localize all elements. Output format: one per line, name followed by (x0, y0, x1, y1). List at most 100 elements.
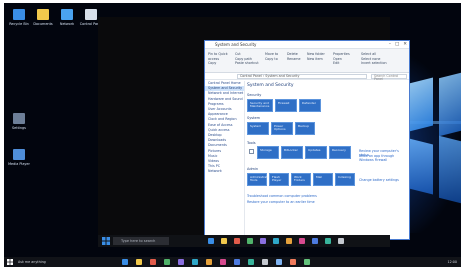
taskbar-app-icon[interactable] (206, 259, 212, 265)
taskbar-app-icon[interactable] (325, 238, 331, 244)
setting-tile[interactable]: Defender (299, 99, 321, 112)
ribbon-group: Cut Copy path Paste shortcut (235, 52, 259, 66)
ribbon: Pin to Quick access Copy Cut Copy path P… (205, 49, 409, 73)
section-label: System (247, 116, 261, 120)
search-input[interactable]: Search Control Panel (371, 74, 407, 81)
setting-tile[interactable]: Work Folders (291, 173, 311, 186)
media-player-icon (13, 149, 25, 160)
desktop-icon-recycle-bin[interactable]: Recycle Bin (6, 9, 32, 26)
control-panel-window[interactable]: System and Security – □ ✕ Pin to Quick a… (204, 40, 410, 240)
setting-tile[interactable]: BitLocker (281, 146, 303, 159)
desktop-icon-network[interactable]: Network (54, 9, 80, 26)
desktop-icon-settings[interactable]: Settings (6, 113, 32, 130)
ribbon-item[interactable]: New folder (307, 52, 325, 57)
taskbar-app-icon[interactable] (178, 259, 184, 265)
close-button[interactable]: ✕ (403, 42, 407, 47)
nav-item[interactable]: Network (205, 169, 244, 174)
taskbar-app-icon[interactable] (299, 238, 305, 244)
setting-tile[interactable]: Storage (257, 146, 279, 159)
checkbox[interactable] (249, 149, 254, 154)
setting-tile[interactable]: Recovery (329, 146, 351, 159)
taskbar: Ask me anything 12:00 (4, 257, 461, 267)
taskbar-app-icon[interactable] (260, 238, 266, 244)
desktop-icon-media-player[interactable]: Media Player (6, 149, 32, 166)
taskbar-app-icon[interactable] (221, 238, 227, 244)
setting-tile[interactable]: Flash Player (269, 173, 289, 186)
taskbar-app-icon[interactable] (276, 259, 282, 265)
monitor: Recycle Bin Documents Network Control Pa… (0, 0, 466, 267)
windows-logo-pane (439, 135, 461, 205)
setting-tile[interactable]: Mail (313, 173, 333, 186)
taskbar-search-input[interactable]: Ask me anything (18, 260, 46, 264)
ribbon-group: Properties Open Edit (333, 52, 350, 66)
setting-tile[interactable]: Administrative Tools (247, 173, 272, 186)
ribbon-item[interactable]: Paste shortcut (235, 61, 259, 66)
folder-icon (37, 9, 49, 20)
ribbon-item[interactable]: Properties (333, 52, 350, 57)
minimize-button[interactable]: – (389, 42, 391, 47)
section-label: Tools (247, 141, 256, 145)
desktop-icon-documents[interactable]: Documents (30, 9, 56, 26)
taskbar-app-icon[interactable] (208, 238, 214, 244)
ribbon-group: New folder New item (307, 52, 325, 61)
address-bar-row: Control Panel › System and Security Sear… (205, 73, 409, 81)
taskbar-app-icon[interactable] (248, 259, 254, 265)
recycle-bin-icon (13, 9, 25, 20)
taskbar-app-icon[interactable] (150, 259, 156, 265)
windows-logo-pane (439, 71, 461, 137)
setting-tile[interactable]: System (247, 122, 269, 135)
gear-icon (13, 113, 25, 124)
taskbar-app-icon[interactable] (164, 259, 170, 265)
bottom-link[interactable]: Restore your computer to an earlier time (247, 200, 315, 204)
section-label: Security (247, 93, 262, 97)
setting-tile[interactable]: Power Options (271, 122, 293, 135)
clock: 12:00 (447, 260, 457, 264)
taskbar-app-icon[interactable] (290, 259, 296, 265)
taskbar-app-icon[interactable] (338, 238, 344, 244)
taskbar-app-icon[interactable] (122, 259, 128, 265)
ribbon-item[interactable]: Invert selection (361, 61, 387, 66)
taskbar-app-icon[interactable] (234, 259, 240, 265)
network-icon (61, 9, 73, 20)
taskbar-app-icon[interactable] (273, 238, 279, 244)
taskbar-app-icon[interactable] (136, 259, 142, 265)
navigation-pane: Control Panel Home System and Security N… (205, 81, 245, 239)
side-link[interactable]: Allow an app through Windows Firewall (359, 154, 407, 162)
ribbon-item[interactable]: Rename (287, 57, 301, 62)
setting-tile[interactable]: Firewall (275, 99, 297, 112)
taskbar-app-icon[interactable] (312, 238, 318, 244)
taskbar-app-icon[interactable] (220, 259, 226, 265)
setting-tile[interactable]: Updates (305, 146, 327, 159)
window-title: System and Security (215, 42, 257, 47)
address-bar[interactable]: Control Panel › System and Security (237, 74, 367, 79)
taskbar-app-icon[interactable] (262, 259, 268, 265)
setting-tile[interactable]: Backup (295, 122, 315, 135)
remote-taskbar: Type here to search (98, 235, 390, 247)
nav-item[interactable]: Network and Internet (205, 91, 244, 96)
ribbon-group: Move to Copy to (265, 52, 278, 61)
remote-session-frame: System and Security – □ ✕ Pin to Quick a… (98, 17, 410, 247)
taskbar-search-input[interactable]: Type here to search (113, 237, 169, 245)
side-link[interactable]: Change battery settings (359, 178, 399, 182)
taskbar-app-icon[interactable] (192, 259, 198, 265)
taskbar-app-icon[interactable] (286, 238, 292, 244)
ribbon-item[interactable]: Move to (265, 52, 278, 57)
windows-start-icon[interactable] (102, 237, 110, 245)
bottom-link[interactable]: Troubleshoot common computer problems (247, 194, 317, 198)
maximize-button[interactable]: □ (395, 42, 399, 47)
ribbon-item[interactable]: New item (307, 57, 325, 62)
title-bar[interactable]: System and Security – □ ✕ (205, 41, 409, 49)
taskbar-app-icon[interactable] (234, 238, 240, 244)
ribbon-item[interactable]: Pin to Quick (208, 52, 228, 57)
taskbar-app-icon[interactable] (304, 259, 310, 265)
page-title: System and Security (247, 83, 294, 88)
taskbar-app-icon[interactable] (247, 238, 253, 244)
setting-tile[interactable]: Indexing (335, 173, 355, 186)
ribbon-group: Select all Select none Invert selection (361, 52, 387, 66)
content-pane: System and Security Security Security an… (247, 83, 407, 239)
ribbon-item[interactable]: Edit (333, 61, 350, 66)
setting-tile[interactable]: Security and Maintenance (247, 99, 273, 112)
ribbon-item[interactable]: Copy to (265, 57, 278, 62)
windows-start-icon[interactable] (7, 259, 13, 265)
ribbon-item[interactable]: Copy (208, 61, 228, 66)
